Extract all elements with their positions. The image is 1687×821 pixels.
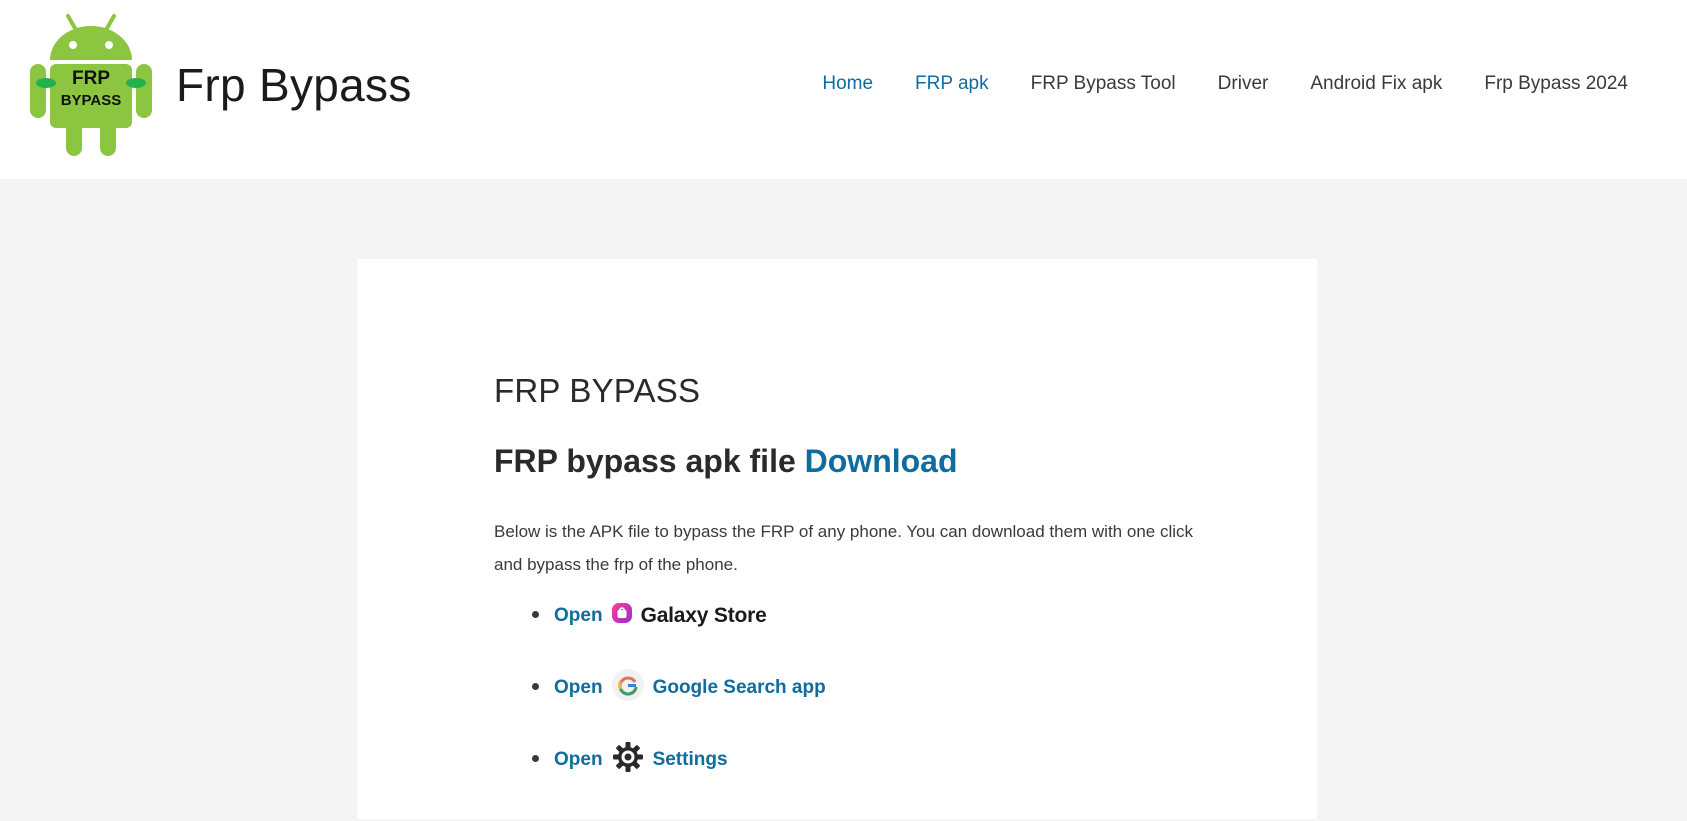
galaxy-store-icon [611, 602, 633, 630]
subhead: FRP bypass apk file Download [494, 443, 958, 480]
open-google-search-link[interactable]: Open Google Search app [554, 669, 826, 701]
bullet [532, 611, 539, 618]
android-frp-logo[interactable]: FRP BYPASS [28, 12, 154, 158]
site-title[interactable]: Frp Bypass [176, 58, 412, 112]
list-item: Open Settings [494, 742, 826, 821]
page-title: FRP BYPASS [494, 372, 701, 409]
intro-paragraph: Below is the APK file to bypass the FRP … [494, 522, 1194, 574]
app-links-list: Open Galaxy Store Open Google Search app… [494, 602, 826, 821]
site-header: FRP BYPASS Frp Bypass Home FRP apk FRP B… [0, 0, 1687, 179]
list-item: Open Google Search app [494, 669, 826, 749]
open-label: Open [554, 605, 603, 626]
gear-icon [611, 740, 645, 780]
open-galaxy-store-link[interactable]: Open Galaxy Store [554, 602, 767, 630]
primary-nav: Home FRP apk FRP Bypass Tool Driver Andr… [780, 73, 1628, 95]
open-settings-link[interactable]: Open Settings [554, 742, 728, 772]
open-label: Open [554, 677, 603, 698]
nav-item-frp-apk[interactable]: FRP apk [915, 73, 989, 95]
subhead-text: FRP bypass apk file [494, 443, 805, 479]
nav-item-frp-bypass-tool[interactable]: FRP Bypass Tool [1031, 73, 1176, 95]
bullet [532, 755, 539, 762]
logo-text-bottom: BYPASS [61, 92, 122, 109]
google-search-label: Google Search app [652, 677, 826, 698]
logo-text-top: FRP [72, 68, 110, 89]
google-g-icon [611, 668, 645, 708]
list-item: Open Galaxy Store [494, 602, 826, 677]
nav-item-android-fix-apk[interactable]: Android Fix apk [1310, 73, 1442, 95]
download-link[interactable]: Download [805, 443, 958, 479]
nav-item-driver[interactable]: Driver [1218, 73, 1269, 95]
bullet [532, 683, 539, 690]
settings-label: Settings [652, 749, 728, 770]
nav-item-home[interactable]: Home [822, 73, 873, 95]
nav-item-frp-bypass-2024[interactable]: Frp Bypass 2024 [1484, 73, 1628, 95]
galaxy-store-label: Galaxy Store [640, 604, 767, 627]
open-label: Open [554, 749, 603, 770]
